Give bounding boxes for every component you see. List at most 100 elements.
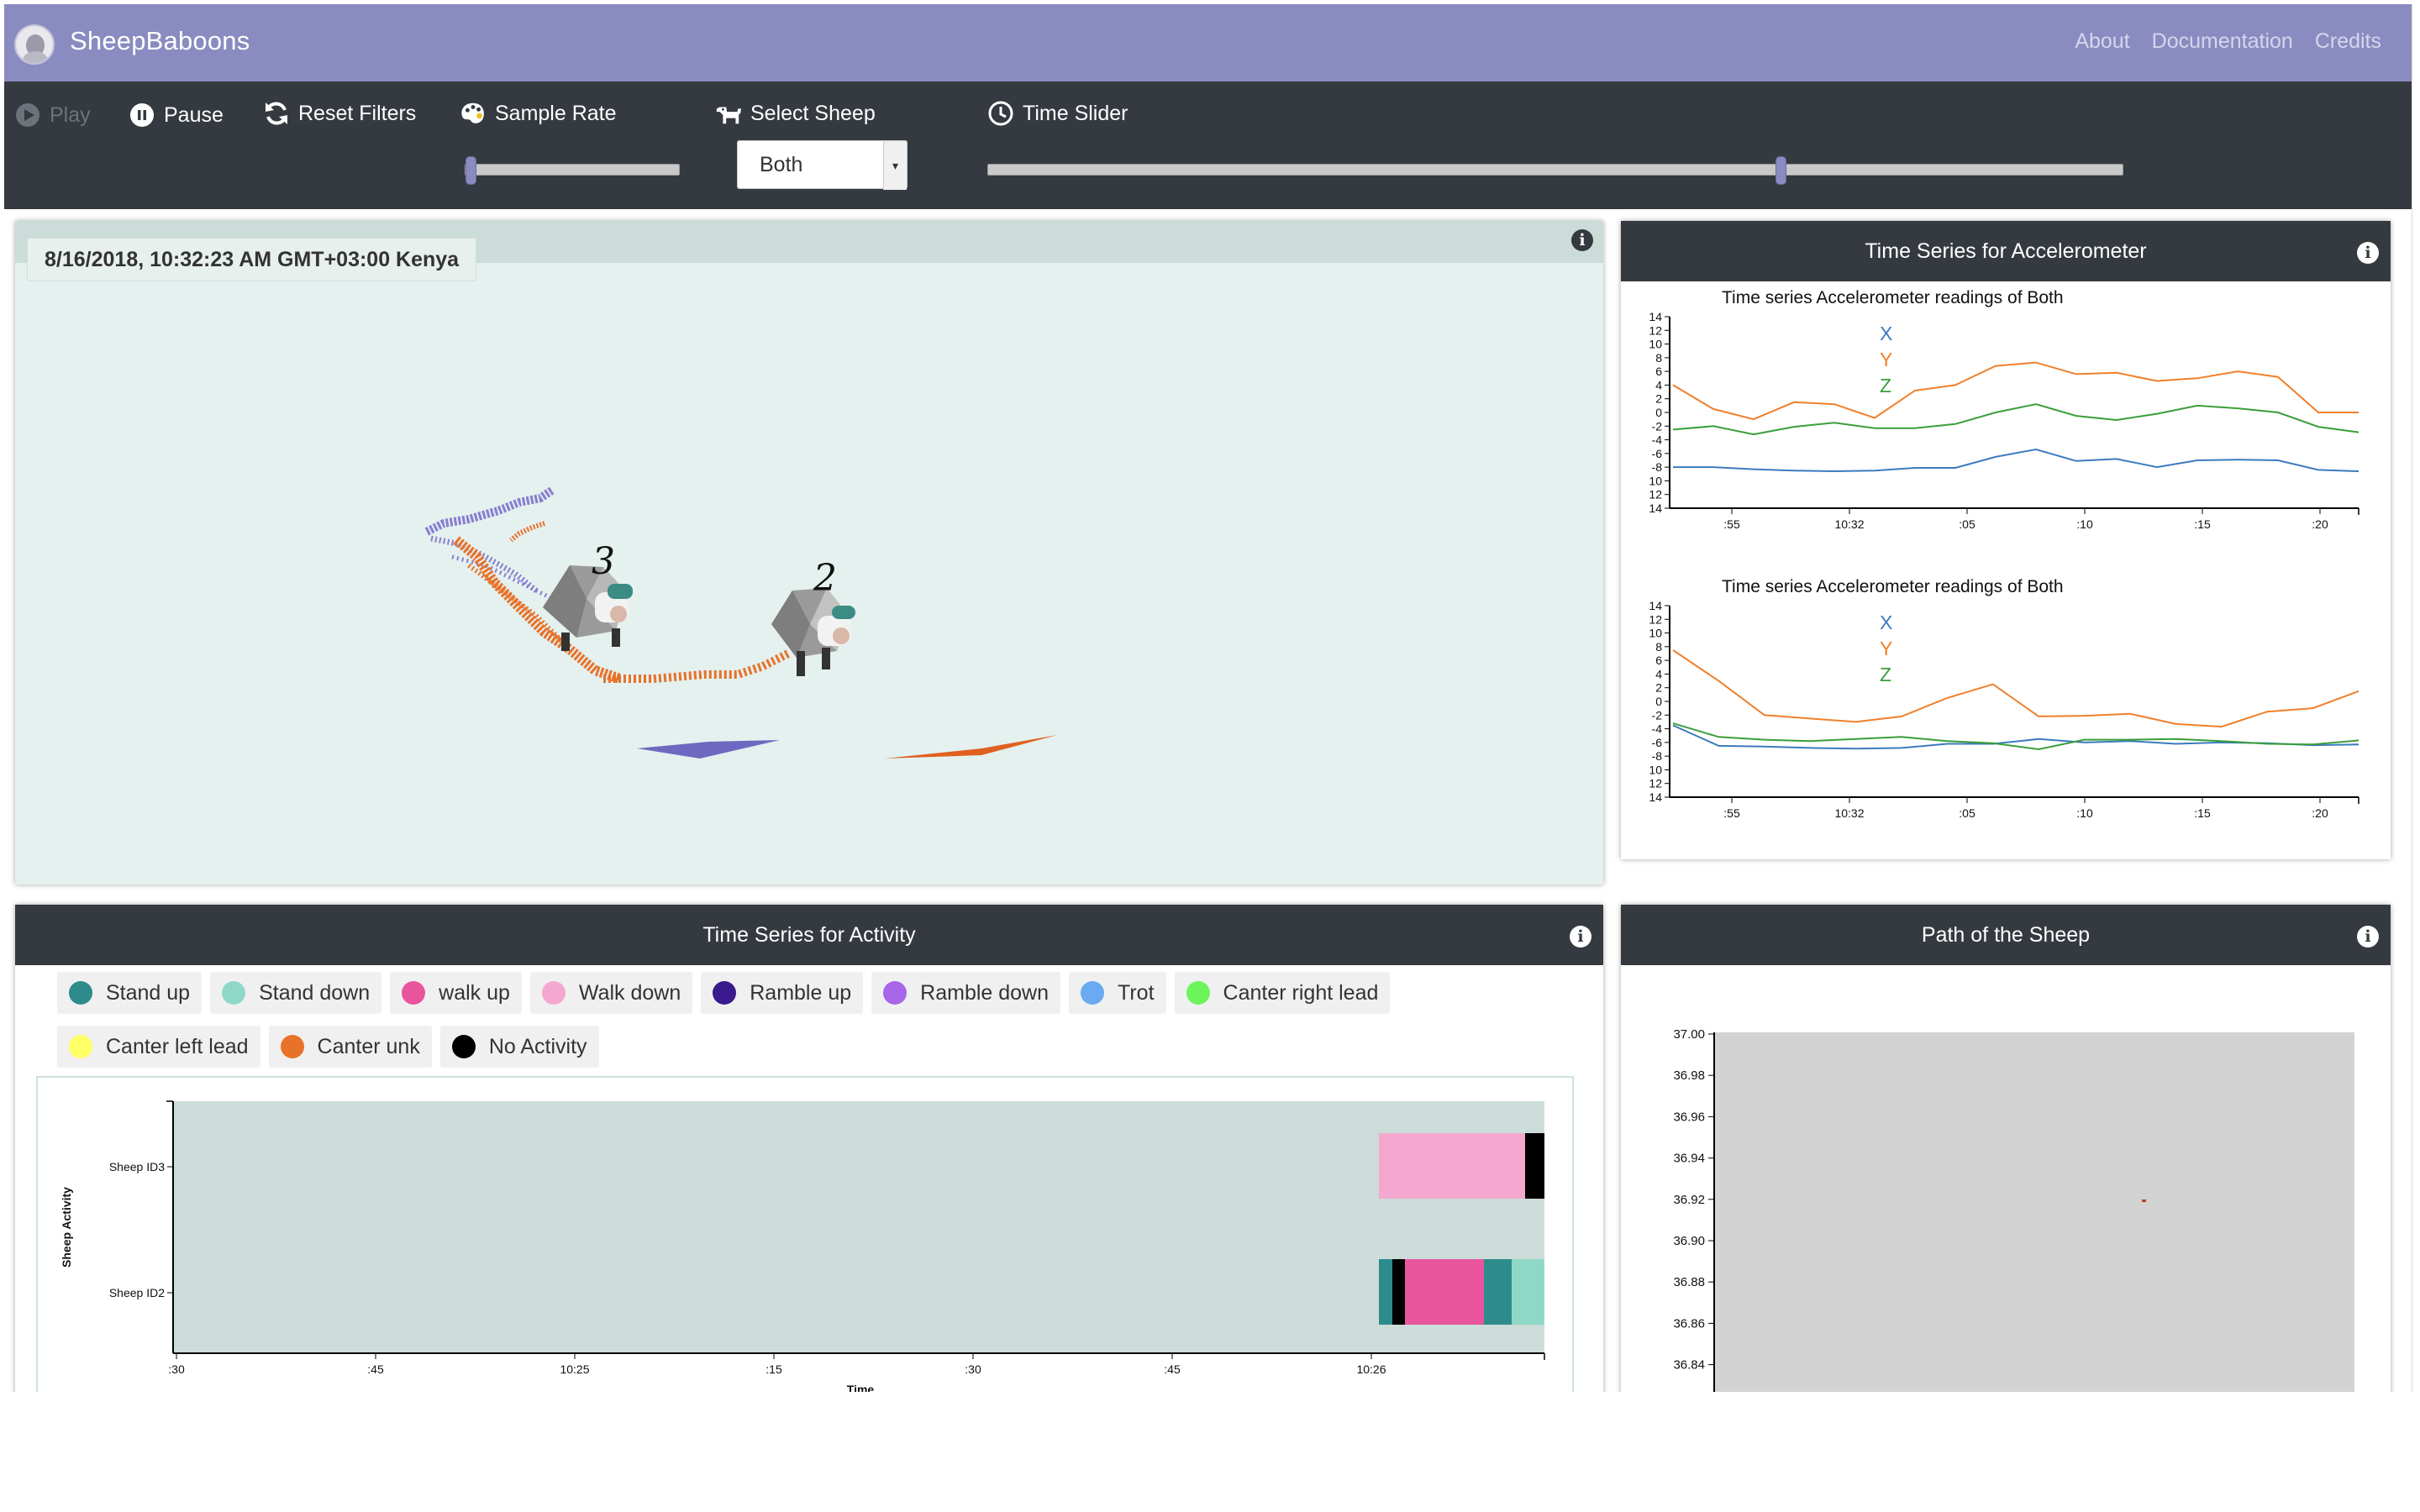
app-window: SheepBaboons About Documentation Credits… [4,4,2412,1392]
legend-swatch [713,981,737,1005]
toolbar: Play Pause Reset Filters Sample Rate Sel… [4,81,2412,209]
legend-label: Walk down [578,980,681,1005]
time-slider[interactable] [987,156,2123,185]
activity-panel: Time Series for Activity i Stand up Stand… [15,905,1603,1392]
y-tick-label: 14 [1649,599,1662,612]
activity-segment[interactable] [1405,1259,1484,1325]
y-tick-label: 12 [1649,777,1662,790]
legend-item-walk-down[interactable]: Walk down [529,972,693,1014]
reset-filters-button[interactable]: Reset Filters [263,100,416,127]
time-slider-label: Time Slider [1023,101,1128,125]
sheep-select-value: Both [760,153,803,176]
info-icon[interactable]: i [1570,926,1591,948]
legend-label: Canter right lead [1223,980,1379,1005]
activity-segment[interactable] [1379,1259,1392,1325]
play-button[interactable]: Play [14,102,91,129]
select-sheep-label: Select Sheep [750,101,876,125]
y-tick-label: 4 [1655,378,1662,391]
legend-item-canter-left-lead[interactable]: Canter left lead [57,1026,260,1068]
row-label: Sheep ID3 [109,1160,165,1173]
y-tick-label: 14 [1649,790,1662,804]
info-icon[interactable]: i [2357,926,2379,948]
x-tick-label: :30 [965,1362,981,1376]
sheep-2-shadow [885,735,1057,759]
y-tick-label: -6 [1652,447,1663,460]
y-tick-label: -8 [1652,749,1663,763]
y-tick-label: 14 [1649,310,1662,323]
y-tick-label: 10 [1649,474,1662,487]
x-tick-label: :10 [2076,806,2093,820]
accel-chart-2: Time series Accelerometer readings of Bo… [1649,577,2360,820]
sample-rate-slider-thumb[interactable] [466,156,476,185]
legend-swatch [541,981,566,1005]
nav-documentation-link[interactable]: Documentation [2152,29,2293,54]
activity-segment[interactable] [1512,1259,1544,1325]
y-tick-label: 36.86 [1673,1316,1705,1331]
activity-segment[interactable] [1525,1133,1544,1199]
nav-about-link[interactable]: About [2075,29,2129,54]
sheep-3-shadow [637,740,780,759]
y-tick-label: 6 [1655,654,1662,667]
x-tick-label: :05 [1959,517,1975,531]
legend-swatch [280,1035,304,1058]
brand-logo[interactable] [14,24,55,65]
x-tick-label: :20 [2312,517,2328,531]
nav-links: About Documentation Credits [2075,29,2381,54]
nav-credits-link[interactable]: Credits [2315,29,2381,54]
legend-item-ramble-down[interactable]: Ramble down [871,972,1061,1014]
y-axis-label: Sheep Activity [60,1187,73,1268]
y-tick-label: -8 [1652,460,1663,474]
legend-item-walk-up[interactable]: walk up [390,972,522,1014]
x-tick-label: :45 [367,1362,384,1376]
pause-button[interactable]: Pause [129,102,224,129]
activity-segment[interactable] [1392,1259,1405,1325]
accelerometer-charts: Time series Accelerometer readings of Bo… [1649,288,2360,820]
legend-item-canter-right-lead[interactable]: Canter right lead [1174,972,1391,1014]
legend-label: Trot [1118,980,1155,1005]
legend-label: Canter left lead [106,1034,249,1058]
y-tick-label: 14 [1649,501,1662,515]
y-tick-label: 10 [1649,338,1662,351]
scene-canvas[interactable]: 3 2 [15,221,1603,885]
legend-item-no-activity[interactable]: No Activity [439,1026,599,1068]
info-icon[interactable]: i [2357,242,2379,264]
legend-item-stand-down[interactable]: Stand down [210,972,382,1014]
y-tick-label: 10 [1649,627,1662,640]
legend-item-ramble-up[interactable]: Ramble up [701,972,864,1014]
path-panel-title: Path of the Sheep [1621,905,2391,965]
legend-label: Ramble up [750,980,852,1005]
legend-y: Y [1880,349,1892,370]
accelerometer-panel-title: Time Series for Accelerometer [1621,221,2391,281]
y-tick-label: 36.88 [1673,1275,1705,1289]
y-tick-label: 12 [1649,612,1662,626]
time-slider-control: Time Slider [987,100,1128,127]
x-tick-label: 10:26 [1356,1362,1386,1376]
legend-label: Canter unk [317,1034,420,1058]
sheep-select[interactable]: Both ▾ [737,140,908,190]
y-tick-label: 36.96 [1673,1110,1705,1124]
legend-swatch [222,981,246,1005]
pause-label: Pause [164,102,224,127]
activity-segment[interactable] [1379,1133,1525,1199]
refresh-icon [263,100,290,127]
sample-rate-control: Sample Rate [460,100,617,127]
sample-rate-slider[interactable] [465,156,680,185]
x-tick-label: :05 [1959,806,1975,820]
path-plot-area [1714,1032,2354,1392]
x-tick-label: :15 [765,1362,782,1376]
legend-item-trot[interactable]: Trot [1069,972,1166,1014]
y-tick-label: 8 [1655,351,1662,365]
activity-segment[interactable] [1484,1259,1512,1325]
y-tick-label: 37.00 [1673,1027,1705,1042]
x-tick-label: 10:32 [1834,517,1864,531]
legend-label: Stand down [259,980,371,1005]
activity-panel-title: Time Series for Activity [15,905,1603,965]
time-slider-thumb[interactable] [1776,156,1787,185]
brand-name[interactable]: SheepBaboons [70,26,250,56]
reset-filters-label: Reset Filters [298,101,417,125]
legend-item-stand-up[interactable]: Stand up [57,972,203,1014]
legend-item-canter-unk[interactable]: Canter unk [268,1026,432,1068]
sheep-2-model [771,588,855,676]
scene-panel[interactable]: 8/16/2018, 10:32:23 AM GMT+03:00 Kenya i [15,221,1603,885]
series-x-line [1673,448,2360,473]
